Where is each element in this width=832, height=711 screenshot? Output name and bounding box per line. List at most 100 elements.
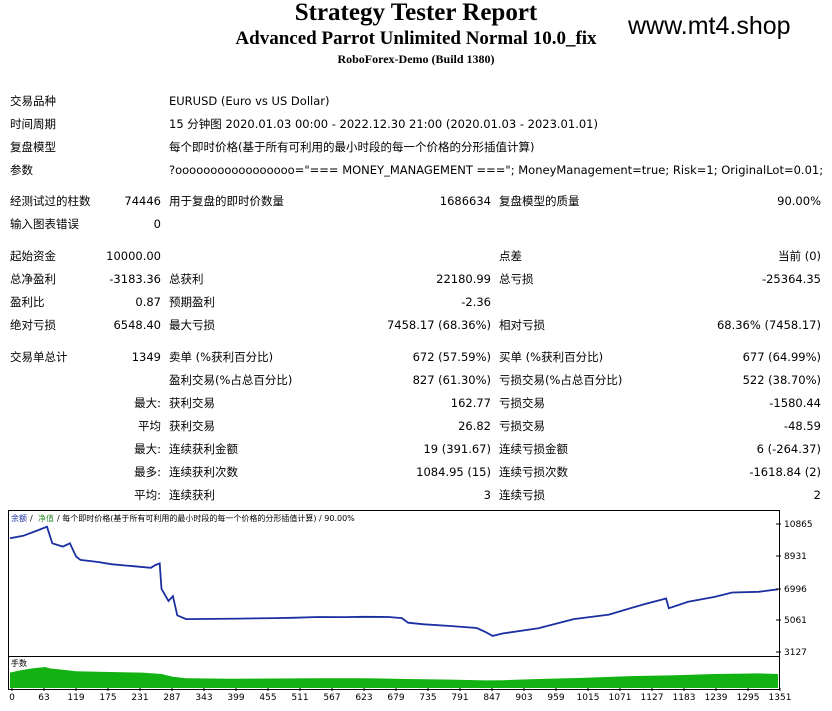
y-tick-label: 3127 (784, 648, 807, 658)
parameters-value: ?ooooooooooooooooo="=== MONEY_MANAGEMENT… (169, 163, 824, 177)
maximal-consecutive-label: 最多: (134, 465, 161, 479)
gross-profit-label: 总获利 (169, 272, 204, 286)
x-tick-label: 1127 (641, 693, 664, 703)
average-profit-value: 26.82 (458, 419, 491, 433)
symbol-value: EURUSD (Euro vs US Dollar) (169, 94, 330, 108)
legend-description: / 每个即时价格(基于所有可利用的最小时段的每一个价格的分形插值计算) / 90… (57, 513, 355, 523)
average-profit-label: 获利交易 (169, 419, 215, 433)
maximal-consecutive-loss-label: 连续亏损次数 (499, 465, 568, 479)
x-tick-label: 231 (131, 693, 148, 703)
total-trades-value: 1349 (131, 350, 161, 364)
watermark: www.mt4.shop (628, 12, 791, 40)
errors-value: 0 (153, 217, 161, 231)
largest-profit-value: 162.77 (450, 396, 491, 410)
x-tick-label: 1015 (577, 693, 600, 703)
loss-trades-value: 522 (38.70%) (742, 373, 821, 387)
x-tick-label: 847 (483, 693, 500, 703)
max-consecutive-losses-value: 6 (-264.37) (756, 442, 821, 456)
max-consecutive-wins-label: 连续获利金额 (169, 442, 238, 456)
x-tick-label: 1295 (737, 693, 760, 703)
quality-value: 90.00% (777, 194, 821, 208)
largest-loss-label: 亏损交易 (499, 396, 545, 410)
expected-payoff-label: 预期盈利 (169, 295, 215, 309)
average-label: 平均 (138, 419, 161, 433)
spread-value: 当前 (0) (778, 249, 821, 263)
avg-consecutive-losses-label: 连续亏损 (499, 488, 545, 502)
parameters-label: 参数 (10, 163, 33, 177)
maximal-drawdown-value: 7458.17 (68.36%) (386, 318, 491, 332)
relative-drawdown-value: 68.36% (7458.17) (716, 318, 821, 332)
x-tick-label: 455 (259, 693, 276, 703)
quality-label: 复盘模型的质量 (499, 194, 580, 208)
x-tick-label: 287 (163, 693, 180, 703)
largest-label: 最大: (134, 396, 161, 410)
avg-consecutive-wins-label: 连续获利 (169, 488, 215, 502)
server-build: RoboForex-Demo (Build 1380) (337, 52, 495, 66)
short-positions-value: 672 (57.59%) (412, 350, 491, 364)
model-value: 每个即时价格(基于所有可利用的最小时段的每一个价格的分形插值计算) (169, 140, 535, 154)
period-label: 时间周期 (10, 117, 56, 131)
average-loss-label: 亏损交易 (499, 419, 545, 433)
largest-profit-label: 获利交易 (169, 396, 215, 410)
ticks-label: 用于复盘的即时价数量 (169, 194, 284, 208)
max-consecutive-label: 最大: (134, 442, 161, 456)
avg-consecutive-label: 平均: (134, 488, 161, 502)
x-tick-label: 1183 (673, 693, 696, 703)
maximal-consecutive-loss-value: -1618.84 (2) (749, 465, 821, 479)
profit-factor-label: 盈利比 (10, 295, 45, 309)
deposit-label: 起始资金 (10, 249, 56, 263)
absolute-drawdown-value: 6548.40 (113, 318, 161, 332)
deposit-value: 10000.00 (106, 249, 161, 263)
x-tick-label: 119 (67, 693, 84, 703)
x-tick-label: 959 (547, 693, 564, 703)
errors-label: 输入图表错误 (10, 217, 79, 231)
maximal-consecutive-profit-value: 1084.95 (15) (416, 465, 491, 479)
x-tick-label: 1351 (769, 693, 792, 703)
legend-balance: 余额 (11, 513, 27, 523)
avg-consecutive-losses-value: 2 (813, 488, 821, 502)
x-tick-label: 679 (387, 693, 404, 703)
x-tick-label: 791 (451, 693, 468, 703)
long-positions-label: 买单 (%获利百分比) (499, 350, 604, 364)
symbol-label: 交易品种 (10, 94, 56, 108)
profit-trades-value: 827 (61.30%) (412, 373, 491, 387)
x-tick-label: 175 (99, 693, 116, 703)
max-consecutive-wins-value: 19 (391.67) (423, 442, 491, 456)
short-positions-label: 卖单 (%获利百分比) (169, 350, 274, 364)
y-tick-label: 5061 (784, 616, 807, 626)
legend-sep: / (30, 514, 33, 523)
absolute-drawdown-label: 绝对亏损 (10, 318, 56, 332)
maximal-consecutive-profit-label: 连续获利次数 (169, 465, 238, 479)
x-tick-label: 623 (355, 693, 372, 703)
ticks-value: 1686634 (439, 194, 491, 208)
relative-drawdown-label: 相对亏损 (499, 318, 545, 332)
x-tick-label: 0 (9, 693, 15, 703)
gross-loss-value: -25364.35 (761, 272, 821, 286)
balance-chart: 10865 8931 6996 5061 3127 0 63 119 175 231 287 343… (8, 510, 813, 703)
bars-label: 经测试过的柱数 (10, 194, 91, 208)
largest-loss-value: -1580.44 (769, 396, 821, 410)
x-tick-label: 511 (291, 693, 308, 703)
net-profit-label: 总净盈利 (10, 272, 56, 286)
y-tick-label: 8931 (784, 552, 807, 562)
expected-payoff-value: -2.36 (461, 295, 491, 309)
spread-label: 点差 (499, 249, 522, 263)
x-tick-label: 343 (195, 693, 212, 703)
long-positions-value: 677 (64.99%) (742, 350, 821, 364)
x-tick-label: 903 (515, 693, 532, 703)
legend-equity: 净值 (38, 513, 54, 523)
y-tick-label: 6996 (784, 585, 807, 595)
loss-trades-label: 亏损交易(%占总百分比) (499, 373, 623, 387)
gross-profit-value: 22180.99 (436, 272, 491, 286)
max-consecutive-losses-label: 连续亏损金额 (499, 442, 568, 456)
profit-trades-label: 盈利交易(%占总百分比) (169, 373, 293, 387)
x-tick-label: 1239 (705, 693, 728, 703)
average-loss-value: -48.59 (783, 419, 821, 433)
avg-consecutive-wins-value: 3 (483, 488, 491, 502)
x-tick-label: 1071 (609, 693, 632, 703)
period-value: 15 分钟图 2020.01.03 00:00 - 2022.12.30 21:… (169, 117, 598, 131)
x-tick-label: 567 (323, 693, 340, 703)
x-tick-label: 63 (38, 693, 49, 703)
net-profit-value: -3183.36 (109, 272, 161, 286)
gross-loss-label: 总亏损 (499, 272, 534, 286)
